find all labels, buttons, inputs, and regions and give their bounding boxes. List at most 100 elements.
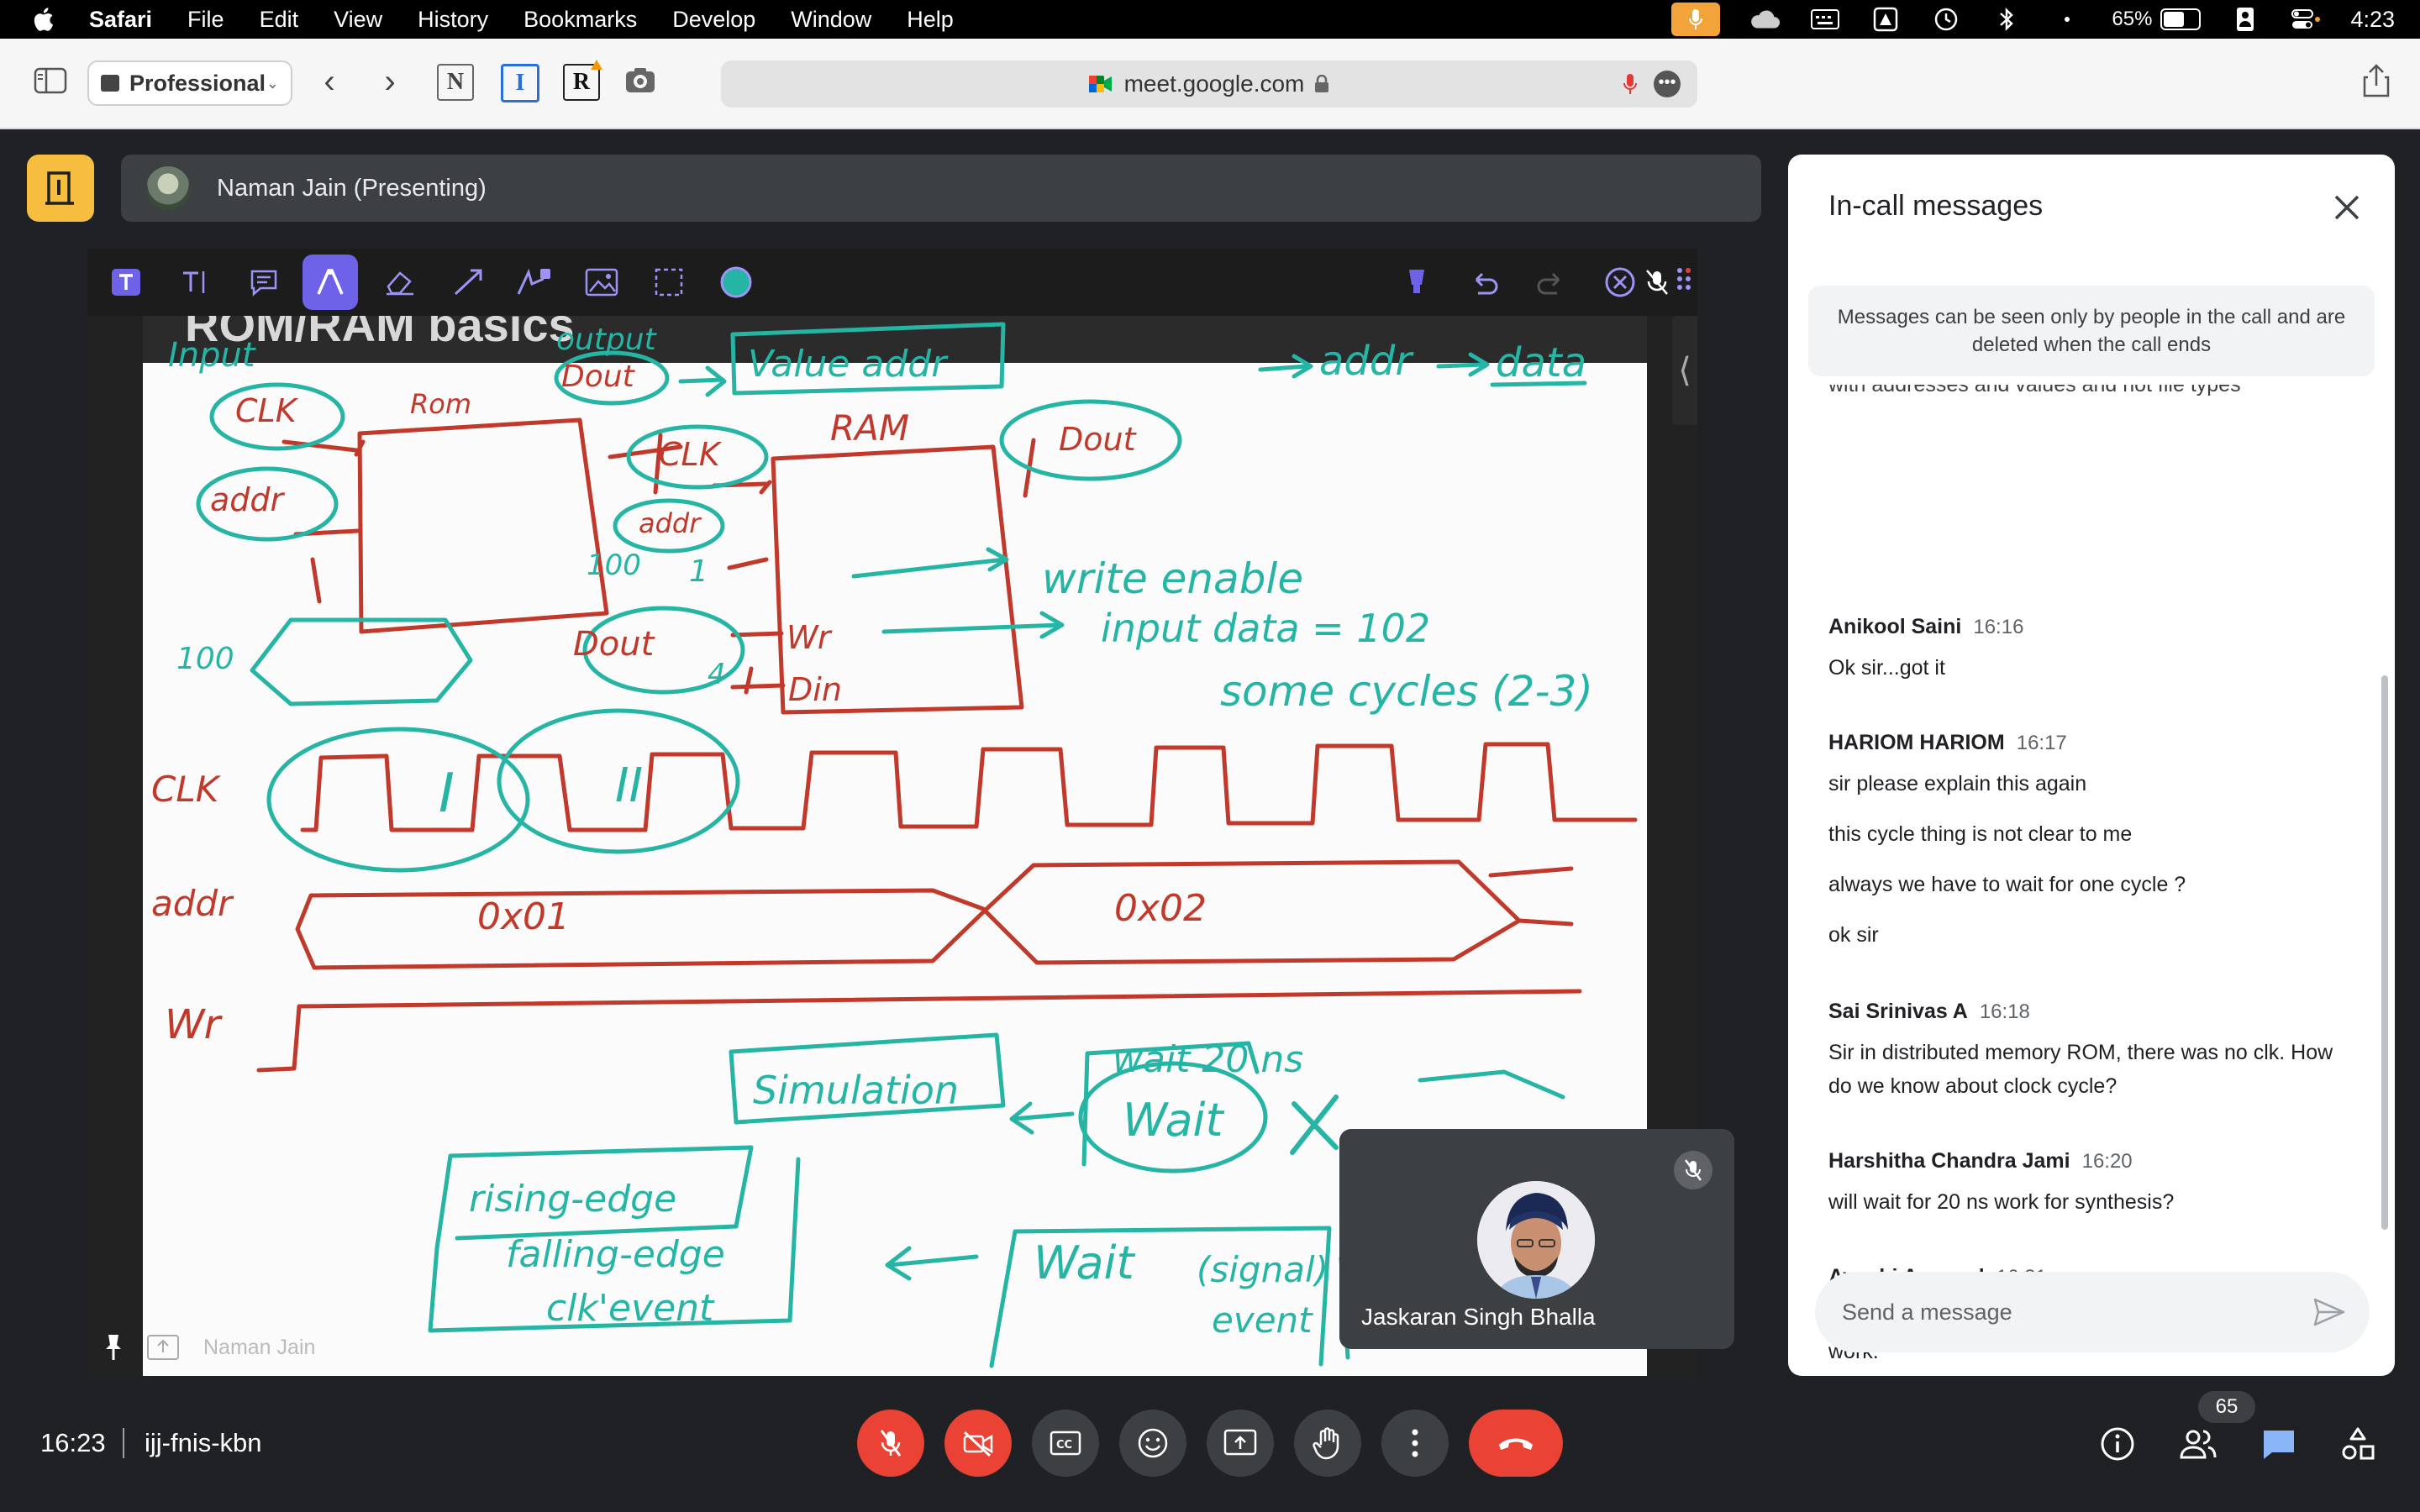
hand-icon [1313, 1427, 1339, 1460]
menubar-clock[interactable]: 4:23 [2350, 7, 2395, 33]
leave-presentation-button[interactable] [27, 155, 94, 222]
text-box-tool-icon[interactable] [104, 260, 148, 304]
pen-tool-icon[interactable] [302, 255, 358, 310]
menu-history[interactable]: History [418, 7, 488, 33]
mic-in-use-indicator[interactable] [1671, 3, 1721, 36]
wb-dout2-label: Dout [1059, 421, 1138, 458]
leave-call-button[interactable] [1469, 1410, 1563, 1477]
write-waveform [256, 989, 1582, 1073]
briefcase-icon [101, 75, 119, 92]
present-screen-icon[interactable] [146, 1334, 180, 1361]
highlighter-tool-icon[interactable] [1395, 260, 1439, 304]
forward-button[interactable]: › [373, 62, 407, 101]
wb-clk-row-label: CLK [151, 769, 222, 810]
wb-n100b-label: 100 [587, 549, 641, 582]
control-center-icon[interactable] [2290, 7, 2322, 32]
presenter-avatar [146, 166, 190, 210]
time-machine-icon[interactable] [1930, 7, 1962, 32]
select-area-tool-icon[interactable] [647, 260, 691, 304]
line-tool-icon[interactable] [447, 260, 491, 304]
camera-toggle-button[interactable] [944, 1410, 1012, 1477]
send-message-input[interactable] [1840, 1298, 2281, 1326]
people-icon[interactable] [2178, 1425, 2218, 1463]
page-menu-icon[interactable]: ••• [1654, 71, 1681, 97]
eraser-tool-icon[interactable] [378, 260, 422, 304]
microphone-icon [1689, 9, 1703, 29]
menu-edit[interactable]: Edit [260, 7, 299, 33]
chat-scrollbar[interactable] [2381, 675, 2388, 1230]
menu-window[interactable]: Window [791, 7, 871, 33]
captions-button[interactable]: CC [1032, 1410, 1099, 1477]
sidebar-toggle-icon[interactable] [34, 67, 67, 94]
message-group: HARIOM HARIOM 16:17 sir please explain th… [1828, 731, 2358, 952]
message-group: Anikool Saini 16:16 Ok sir...got it [1828, 615, 2358, 685]
wb-clk1-label: CLK [235, 392, 299, 429]
undo-icon[interactable] [1462, 260, 1506, 304]
more-options-button[interactable] [1381, 1410, 1449, 1477]
notion-extension-icon[interactable]: N [437, 64, 474, 101]
bluetooth-icon[interactable] [1991, 7, 2023, 32]
wb-rom-label: Rom [410, 388, 471, 420]
closed-captions-icon: CC [1050, 1431, 1081, 1456]
pdf-tool-icon[interactable] [1870, 7, 1902, 32]
user-switch-icon[interactable] [2229, 7, 2261, 32]
comment-tool-icon[interactable] [242, 260, 286, 304]
microphone-toggle-button[interactable] [857, 1410, 924, 1477]
meeting-clock: 16:23 [40, 1428, 106, 1457]
wb-dout3-label: Dout [573, 625, 655, 664]
meeting-details-icon[interactable] [2097, 1425, 2138, 1463]
menu-help[interactable]: Help [907, 7, 954, 33]
icloud-icon[interactable] [1749, 7, 1781, 32]
reactions-button[interactable] [1119, 1410, 1186, 1477]
presenter-banner: Naman Jain (Presenting) [121, 155, 1761, 222]
message-list[interactable]: with addresses and values and not file t… [1828, 381, 2358, 1376]
activities-icon[interactable] [2338, 1425, 2378, 1463]
rom-box [357, 417, 609, 634]
cross-mark [1290, 1095, 1339, 1155]
collapse-toolbar-handle[interactable]: ⟨ [1672, 316, 1697, 425]
message-group: Sai Srinivas A 16:18 Sir in distributed m… [1828, 1000, 2358, 1103]
screenshot-extension-icon[interactable] [623, 64, 657, 97]
meeting-code[interactable]: ijj-fnis-kbn [145, 1428, 262, 1458]
wb-wait-label: Wait [1123, 1094, 1225, 1147]
menu-bar: Safari File Edit View History Bookmarks … [0, 0, 2420, 39]
instapaper-extension-letter: I [515, 70, 525, 96]
instapaper-extension-icon[interactable]: I [501, 64, 539, 102]
mic-recording-icon[interactable] [1622, 72, 1639, 96]
wb-ram-label: RAM [830, 407, 909, 449]
back-button[interactable]: ‹ [313, 62, 346, 101]
screen-footer: Naman Jain [104, 1331, 315, 1364]
chat-icon[interactable] [2259, 1425, 2299, 1463]
close-icon[interactable] [2333, 193, 2361, 222]
apple-icon[interactable] [30, 5, 59, 34]
message-text: always we have to wait for one cycle ? [1828, 873, 2186, 896]
menu-app-name[interactable]: Safari [89, 7, 152, 33]
image-tool-icon[interactable] [580, 260, 623, 304]
wb-simulation-label: Simulation [753, 1068, 959, 1113]
drag-handle-icon[interactable] [1662, 260, 1697, 304]
menu-view[interactable]: View [334, 7, 382, 33]
menu-bookmarks[interactable]: Bookmarks [523, 7, 637, 33]
wb-addr2-label: addr [639, 507, 702, 539]
redo-icon[interactable] [1529, 260, 1573, 304]
present-now-button[interactable] [1207, 1410, 1274, 1477]
message-text: this cycle thing is not clear to me [1828, 822, 2133, 846]
wb-write-enable-label: write enable [1042, 554, 1303, 603]
send-icon[interactable] [2312, 1297, 2346, 1327]
text-cursor-tool-icon[interactable] [173, 260, 217, 304]
wb-some-cycles-label: some cycles (2-3) [1220, 667, 1593, 716]
keyboard-icon[interactable] [1809, 7, 1841, 32]
message-time: 16:18 [1979, 1000, 2030, 1023]
menu-develop[interactable]: Develop [672, 7, 755, 33]
share-icon[interactable] [2361, 62, 2391, 99]
self-video-tile[interactable]: Jaskaran Singh Bhalla [1339, 1129, 1734, 1349]
menu-file[interactable]: File [187, 7, 224, 33]
pin-icon[interactable] [104, 1333, 123, 1362]
profile-selector[interactable]: Professional ⌄ [87, 60, 292, 106]
laser-pointer-tool-icon[interactable] [513, 260, 556, 304]
raise-hand-button[interactable] [1294, 1410, 1361, 1477]
battery-percent: 65% [2112, 8, 2153, 30]
address-bar[interactable]: meet.google.com ••• [721, 60, 1697, 108]
color-picker-icon[interactable] [714, 260, 758, 304]
battery-status[interactable]: 65% [2112, 8, 2202, 31]
